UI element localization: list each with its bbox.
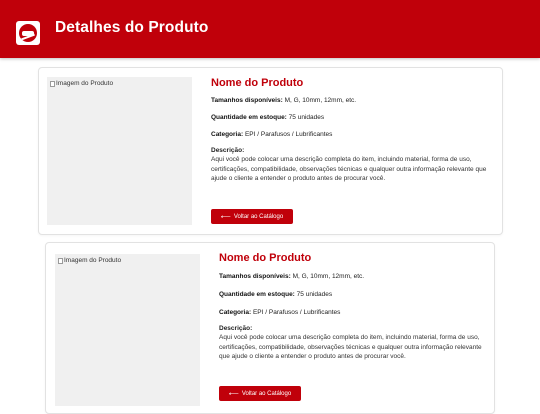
product-image: Imagem do Produto (55, 254, 200, 406)
description-text: Aqui você pode colocar uma descrição com… (211, 156, 487, 183)
sizes-field: Tamanhos disponíveis: M, G, 10mm, 12mm, … (211, 96, 493, 105)
category-label: Categoria: (211, 131, 244, 138)
sizes-field: Tamanhos disponíveis: M, G, 10mm, 12mm, … (219, 272, 489, 281)
category-field: Categoria: EPI / Parafusos / Lubrificant… (211, 130, 493, 139)
category-label: Categoria: (219, 309, 252, 316)
stock-label: Quantidade em estoque: (219, 291, 295, 298)
back-to-catalog-button[interactable]: ⟵ Voltar ao Catálogo (219, 386, 301, 401)
back-button-label: Voltar ao Catálogo (241, 390, 292, 397)
product-info: Nome do Produto Tamanhos disponíveis: M,… (219, 251, 489, 362)
sizes-label: Tamanhos disponíveis: (211, 97, 283, 104)
description-text: Aqui você pode colocar uma descrição com… (219, 334, 482, 361)
sizes-value: M, G, 10mm, 12mm, etc. (292, 273, 365, 280)
product-card: Imagem do Produto Nome do Produto Tamanh… (45, 242, 495, 414)
description-label: Descrição: (219, 325, 253, 332)
stock-value: 75 unidades (288, 114, 325, 121)
product-name: Nome do Produto (211, 77, 304, 89)
broken-image-icon: Imagem do Produto (58, 257, 121, 264)
stock-field: Quantidade em estoque: 75 unidades (211, 113, 493, 122)
product-info: Nome do Produto Tamanhos disponíveis: M,… (211, 76, 493, 184)
category-value: EPI / Parafusos / Lubrificantes (252, 309, 341, 316)
brand-logo-icon[interactable] (16, 21, 40, 45)
stock-field: Quantidade em estoque: 75 unidades (219, 290, 489, 299)
sizes-label: Tamanhos disponíveis: (219, 273, 291, 280)
product-image: Imagem do Produto (47, 77, 192, 225)
back-to-catalog-button[interactable]: ⟵ Voltar ao Catálogo (211, 209, 293, 224)
stock-value: 75 unidades (296, 291, 333, 298)
arrow-left-icon: ⟵ (220, 213, 231, 221)
page-header: Detalhes do Produto (0, 0, 540, 58)
category-field: Categoria: EPI / Parafusos / Lubrificant… (219, 308, 489, 317)
product-image-alt: Imagem do Produto (64, 257, 122, 264)
description-label: Descrição: (211, 147, 245, 154)
stock-label: Quantidade em estoque: (211, 114, 287, 121)
broken-image-icon: Imagem do Produto (50, 80, 113, 87)
arrow-left-icon: ⟵ (228, 390, 239, 398)
product-image-alt: Imagem do Produto (56, 80, 114, 87)
back-button-label: Voltar ao Catálogo (233, 213, 284, 220)
category-value: EPI / Parafusos / Lubrificantes (244, 131, 333, 138)
page-title: Detalhes do Produto (55, 19, 209, 36)
product-card: Imagem do Produto Nome do Produto Tamanh… (38, 67, 503, 235)
product-name: Nome do Produto (219, 252, 312, 264)
sizes-value: M, G, 10mm, 12mm, etc. (284, 97, 357, 104)
